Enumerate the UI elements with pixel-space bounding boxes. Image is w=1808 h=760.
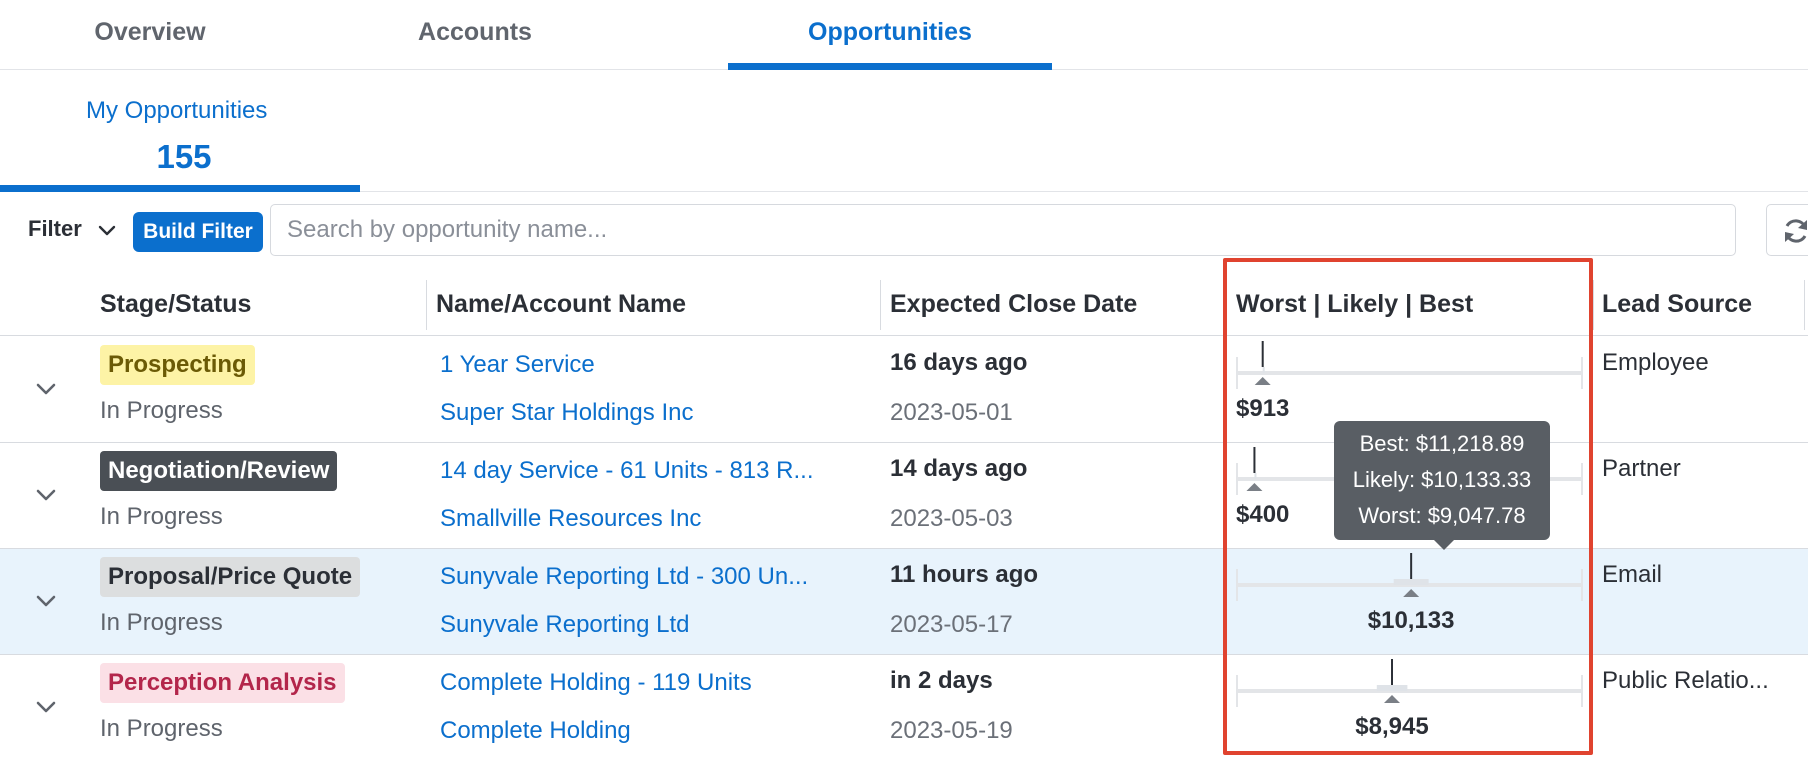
tooltip-arrow	[1434, 540, 1454, 550]
forecast-pointer	[1246, 483, 1263, 491]
tooltip-best: Best: $11,218.89	[1359, 431, 1525, 456]
column-divider[interactable]	[880, 280, 881, 330]
column-header-name[interactable]: Name/Account Name	[436, 290, 686, 319]
tab-label: Accounts	[418, 18, 532, 46]
forecast-range-chart[interactable]: $8,945	[1236, 655, 1586, 760]
lead-source: Employee	[1602, 349, 1709, 376]
account-name-link[interactable]: Complete Holding	[440, 717, 631, 745]
refresh-button[interactable]	[1766, 204, 1808, 256]
tab-label: Opportunities	[808, 18, 972, 46]
stage-badge: Negotiation/Review	[100, 451, 338, 491]
forecast-amount: $8,945	[1355, 713, 1429, 740]
close-date: 2023-05-01	[890, 399, 1013, 426]
table-row[interactable]: Perception Analysis In Progress Complete…	[0, 655, 1808, 760]
filter-dropdown[interactable]: Filter	[28, 216, 82, 242]
account-name-link[interactable]: Super Star Holdings Inc	[440, 399, 693, 427]
tab-opportunities[interactable]: Opportunities	[728, 0, 1052, 70]
forecast-range-chart[interactable]: $10,133	[1236, 549, 1586, 655]
forecast-tooltip: Best: $11,218.89 Likely: $10,133.33 Wors…	[1334, 421, 1550, 550]
relative-close-date: in 2 days	[890, 667, 993, 694]
forecast-pointer	[1384, 695, 1401, 703]
table-row[interactable]: Proposal/Price Quote In Progress Sunyval…	[0, 549, 1808, 655]
forecast-range-bar	[1393, 579, 1429, 585]
forecast-pointer	[1254, 377, 1271, 385]
opportunity-name-link[interactable]: 14 day Service - 61 Units - 813 R...	[440, 457, 814, 485]
chevron-down-icon[interactable]	[96, 220, 118, 242]
column-header-lead-source[interactable]: Lead Source	[1602, 290, 1752, 319]
relative-close-date: 11 hours ago	[890, 561, 1039, 588]
stage-badge: Proposal/Price Quote	[100, 557, 361, 597]
summary-label: My Opportunities	[86, 97, 268, 124]
status-text: In Progress	[100, 715, 223, 742]
stage-badge: Prospecting	[100, 345, 255, 385]
forecast-range-bar	[1254, 473, 1257, 479]
chevron-down-icon[interactable]	[32, 587, 60, 615]
opportunity-name-link[interactable]: 1 Year Service	[440, 351, 595, 379]
close-date: 2023-05-03	[890, 505, 1013, 532]
filter-bar: Filter Build Filter	[0, 192, 1808, 272]
column-divider[interactable]	[1804, 280, 1805, 330]
tab-overview[interactable]: Overview	[60, 0, 240, 70]
chevron-down-icon[interactable]	[32, 481, 60, 509]
opportunities-dashlet: Overview Accounts Opportunities My Oppor…	[0, 0, 1808, 760]
account-name-link[interactable]: Sunyvale Reporting Ltd	[440, 611, 690, 639]
chevron-down-icon[interactable]	[32, 693, 60, 721]
forecast-range-svg	[1236, 553, 1583, 601]
account-name-link[interactable]: Smallville Resources Inc	[440, 505, 701, 533]
close-date: 2023-05-19	[890, 717, 1013, 744]
chevron-down-icon[interactable]	[32, 375, 60, 403]
tab-accounts[interactable]: Accounts	[385, 0, 565, 70]
column-divider[interactable]	[1593, 280, 1594, 330]
forecast-range-bar	[1262, 367, 1265, 373]
stage-badge: Perception Analysis	[100, 663, 345, 703]
summary-bar: My Opportunities 155	[0, 70, 1808, 192]
close-date: 2023-05-17	[890, 611, 1013, 638]
status-text: In Progress	[100, 397, 223, 424]
summary-count: 155	[156, 138, 212, 175]
my-opportunities-tab[interactable]: My Opportunities 155	[0, 70, 360, 192]
table-header: Stage/Status Name/Account Name Expected …	[0, 272, 1808, 336]
build-filter-button[interactable]: Build Filter	[133, 212, 263, 252]
column-header-close-date[interactable]: Expected Close Date	[890, 290, 1137, 319]
forecast-amount: $10,133	[1367, 607, 1455, 634]
tab-label: Overview	[94, 18, 206, 46]
refresh-icon	[1785, 219, 1807, 243]
forecast-pointer	[1403, 589, 1420, 597]
lead-source: Email	[1602, 561, 1663, 588]
tooltip-likely: Likely: $10,133.33	[1352, 467, 1532, 492]
relative-close-date: 14 days ago	[890, 455, 1028, 482]
column-header-forecast[interactable]: Worst | Likely | Best	[1236, 290, 1473, 319]
status-text: In Progress	[100, 503, 223, 530]
relative-close-date: 16 days ago	[890, 349, 1028, 376]
forecast-range-bar	[1376, 685, 1408, 691]
search-input[interactable]	[270, 204, 1736, 256]
forecast-amount: $913	[1236, 395, 1290, 422]
opportunity-name-link[interactable]: Complete Holding - 119 Units	[440, 669, 752, 697]
lead-source: Public Relatio...	[1602, 667, 1769, 694]
opportunity-name-link[interactable]: Sunyvale Reporting Ltd - 300 Un...	[440, 563, 808, 591]
lead-source: Partner	[1602, 455, 1681, 482]
tab-bar: Overview Accounts Opportunities	[0, 0, 1808, 70]
tooltip-worst: Worst: $9,047.78	[1358, 503, 1526, 528]
column-header-stage[interactable]: Stage/Status	[100, 290, 251, 319]
forecast-range-svg	[1236, 659, 1583, 707]
forecast-amount: $400	[1236, 501, 1290, 528]
status-text: In Progress	[100, 609, 223, 636]
column-divider[interactable]	[426, 280, 427, 330]
